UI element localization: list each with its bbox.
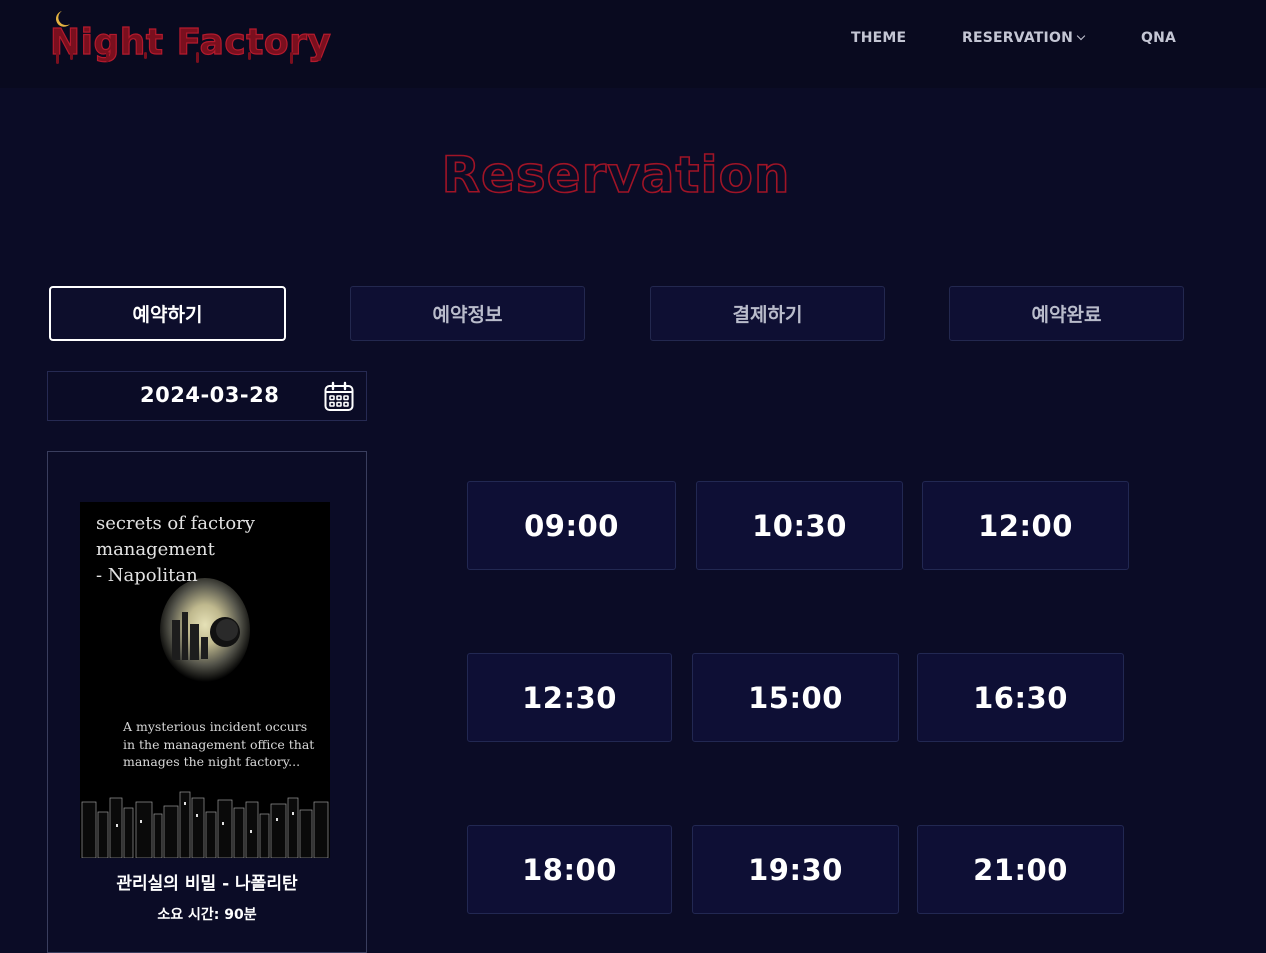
time-slot-button[interactable]: 15:00 [692,653,899,742]
theme-name: 관리실의 비밀 - 나폴리탄 [116,874,298,894]
nav-qna[interactable]: QNA [1141,30,1176,46]
chevron-down-icon [1076,31,1086,41]
time-slot-button[interactable]: 18:00 [467,825,672,914]
step-payment[interactable]: 결제하기 [650,286,885,341]
time-slot-button[interactable]: 12:00 [922,481,1129,570]
page-title-wrap: Reservation [0,138,1232,212]
logo[interactable]: Night Factory [48,8,348,72]
date-picker[interactable]: 2024-03-28 [47,371,367,421]
nav-reservation[interactable]: RESERVATION [962,30,1086,46]
theme-card[interactable]: secrets of factory management - Napolita… [47,451,367,953]
site-header: Night Factory THEME RESERVATION QNA [0,0,1266,88]
nav-theme[interactable]: THEME [851,30,906,46]
poster-description: A mysterious incident occurs in the mana… [123,719,315,769]
nav-reservation-label: RESERVATION [962,30,1073,46]
time-slot-button[interactable]: 09:00 [467,481,676,570]
theme-poster: secrets of factory management - Napolita… [80,502,330,858]
calendar-icon[interactable] [323,381,355,413]
time-slot-button[interactable]: 19:30 [692,825,899,914]
step-info[interactable]: 예약정보 [350,286,585,341]
time-slot-button[interactable]: 12:30 [467,653,672,742]
step-reserve[interactable]: 예약하기 [49,286,286,341]
time-slot-button[interactable]: 16:30 [917,653,1124,742]
page-title: Reservation [441,146,790,204]
theme-duration: 소요 시간: 90분 [157,907,257,923]
poster-title: secrets of factory management - Napolita… [96,513,255,586]
step-complete[interactable]: 예약완료 [949,286,1184,341]
time-slot-button[interactable]: 21:00 [917,825,1124,914]
logo-text: Night Factory [50,22,331,63]
time-slot-button[interactable]: 10:30 [696,481,903,570]
date-value: 2024-03-28 [140,383,280,407]
